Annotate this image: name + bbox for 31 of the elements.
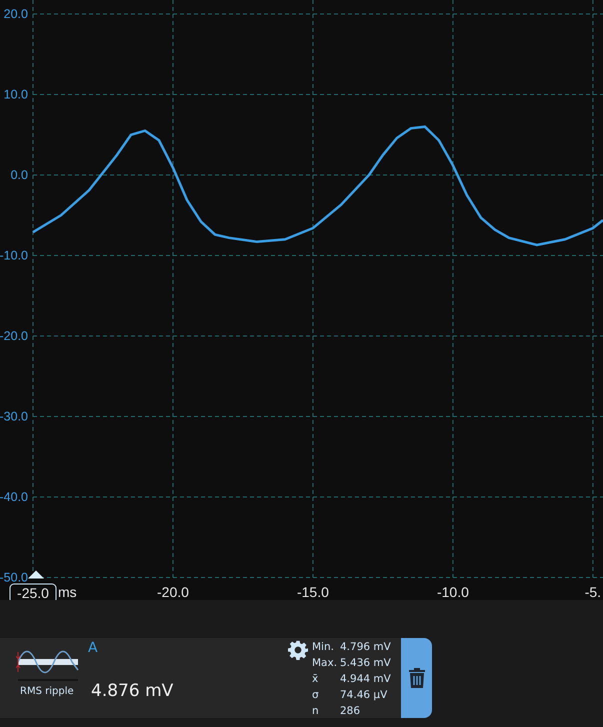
x-tick-label: -15.0 [297, 584, 329, 600]
stat-value: 74.46 µV [340, 688, 388, 703]
stat-label: Max. [312, 656, 338, 671]
stat-label: σ [312, 688, 320, 703]
y-tick-label: 0.0 [10, 168, 28, 182]
x-tick-label: -5. [584, 584, 602, 600]
delete-button[interactable] [401, 638, 432, 718]
settings-icon[interactable] [288, 640, 308, 660]
y-tick-label: 10.0 [4, 88, 28, 102]
stat-value: 5.436 mV [340, 656, 392, 671]
x-tick-label: -10.0 [436, 584, 469, 600]
stat-value: 4.796 mV [340, 640, 392, 655]
trash-icon [408, 668, 424, 688]
x-tick-label: -20.0 [157, 584, 189, 600]
y-tick-label: 20.0 [4, 7, 28, 21]
stat-label: x̄ [312, 672, 320, 687]
y-tick-label: -50.0 [0, 570, 28, 584]
stat-value: 4.944 mV [340, 672, 392, 687]
y-tick-label: -30.0 [0, 410, 28, 424]
stat-label: Min. [312, 640, 335, 655]
y-tick-label: -40.0 [0, 490, 28, 504]
channel-label: A [88, 640, 98, 656]
y-tick-label: -10.0 [0, 248, 28, 262]
measurement-name: RMS ripple [20, 686, 74, 697]
measurement-value: 4.876 mV [91, 681, 174, 701]
cursor-marker-icon[interactable] [28, 570, 44, 578]
stat-value: 286 [340, 704, 362, 719]
x-axis-unit: ms [58, 584, 77, 600]
y-tick-label: -20.0 [0, 329, 28, 343]
cursor-readout[interactable]: -25.0 [10, 584, 56, 600]
stat-label: n [312, 704, 320, 719]
